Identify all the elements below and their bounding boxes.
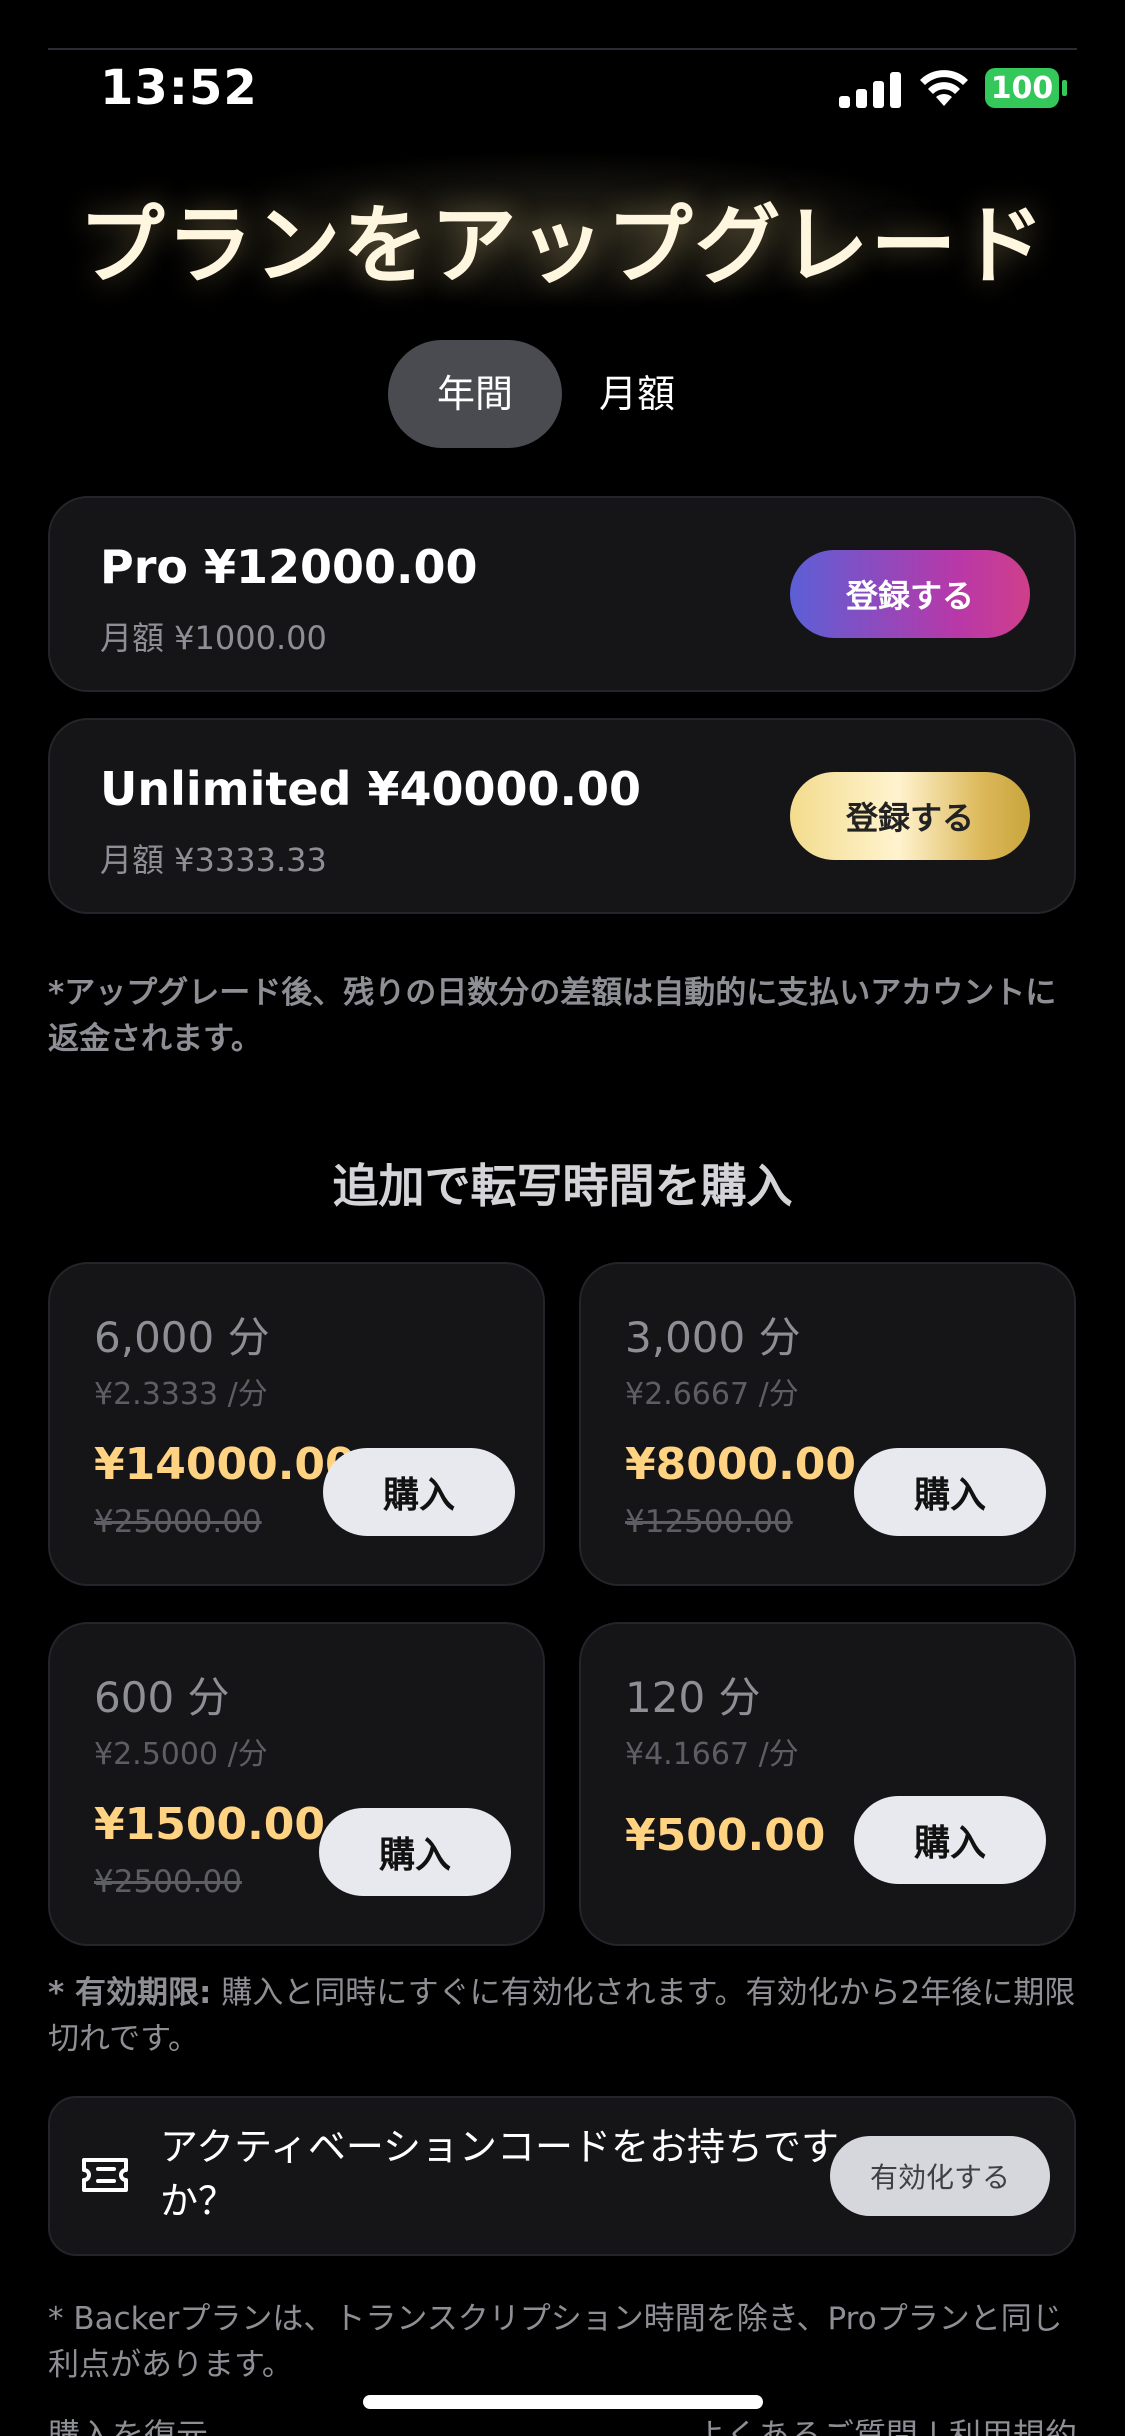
- buy-button[interactable]: 購入: [854, 1448, 1046, 1536]
- status-bar: 13:52 100: [0, 58, 1125, 128]
- cellular-signal-icon: [839, 72, 901, 108]
- status-time: 13:52: [100, 60, 258, 116]
- buy-button[interactable]: 購入: [323, 1448, 515, 1536]
- plan-card-unlimited: Unlimited ¥40000.00 月額 ¥3333.33 登録する: [48, 718, 1076, 914]
- page-title: プランをアップグレード: [78, 196, 1047, 296]
- wifi-icon: [920, 70, 968, 106]
- plan-name: Unlimited ¥40000.00: [100, 762, 641, 816]
- addon-section-title: 追加で転写時間を購入: [332, 1159, 793, 1213]
- pack-card-120: 120 分 ¥4.1667 /分 ¥500.00 購入: [579, 1622, 1076, 1946]
- backer-plan-note: * Backerプランは、トランスクリプション時間を除き、Proプランと同じ利点…: [48, 2301, 1063, 2383]
- pack-amount: 6,000 分: [94, 1313, 270, 1362]
- pack-amount: 120 分: [625, 1673, 761, 1722]
- plan-card-pro: Pro ¥12000.00 月額 ¥1000.00 登録する: [48, 496, 1076, 692]
- buy-button[interactable]: 購入: [854, 1796, 1046, 1884]
- activation-code-card: アクティベーションコードをお持ちですか？ 有効化する: [48, 2096, 1076, 2256]
- buy-button[interactable]: 購入: [319, 1808, 511, 1896]
- top-divider: [48, 48, 1077, 50]
- pack-price: ¥1500.00: [94, 1799, 326, 1850]
- battery-icon: 100: [985, 68, 1067, 108]
- billing-period-toggle: 年間 月額: [388, 340, 718, 448]
- upgrade-plan-screen: 13:52 100 プランをアップグレード 年間 月額 Pro ¥12000.0…: [0, 0, 1125, 2436]
- activation-prompt: アクティベーションコードをお持ちですか？: [160, 2125, 840, 2223]
- plan-monthly-price: 月額 ¥3333.33: [100, 841, 327, 879]
- pack-card-600: 600 分 ¥2.5000 /分 ¥1500.00 ¥2500.00 購入: [48, 1622, 545, 1946]
- restore-purchase-link[interactable]: 購入を復元: [48, 2410, 208, 2436]
- ticket-icon: [82, 2158, 128, 2192]
- pack-card-3000: 3,000 分 ¥2.6667 /分 ¥8000.00 ¥12500.00 購入: [579, 1262, 1076, 1586]
- pack-amount: 3,000 分: [625, 1313, 801, 1362]
- activate-button[interactable]: 有効化する: [830, 2136, 1050, 2216]
- pack-card-6000: 6,000 分 ¥2.3333 /分 ¥14000.00 ¥25000.00 購…: [48, 1262, 545, 1586]
- pack-price: ¥14000.00: [94, 1439, 356, 1490]
- pack-original-price: ¥25000.00: [94, 1504, 262, 1540]
- plan-monthly-price: 月額 ¥1000.00: [100, 619, 327, 657]
- battery-level: 100: [985, 68, 1059, 108]
- pack-rate: ¥2.3333 /分: [94, 1377, 268, 1412]
- validity-note: * 有効期限: 購入と同時にすぐに有効化されます。有効化から2年後に期限切れです…: [48, 1970, 1078, 2062]
- tab-monthly[interactable]: 月額: [562, 340, 712, 448]
- faq-terms-links[interactable]: よくあるご質問 | 利用規約: [694, 2410, 1077, 2436]
- subscribe-pro-button[interactable]: 登録する: [790, 550, 1030, 638]
- upgrade-refund-note: *アップグレード後、残りの日数分の差額は自動的に支払いアカウントに返金されます。: [48, 975, 1057, 1057]
- pack-price: ¥500.00: [625, 1810, 826, 1861]
- pack-rate: ¥2.6667 /分: [625, 1377, 799, 1412]
- home-indicator[interactable]: [363, 2395, 763, 2409]
- tab-annual[interactable]: 年間: [388, 340, 562, 448]
- subscribe-unlimited-button[interactable]: 登録する: [790, 772, 1030, 860]
- pack-original-price: ¥12500.00: [625, 1504, 793, 1540]
- pack-amount: 600 分: [94, 1673, 230, 1722]
- plan-name: Pro ¥12000.00: [100, 540, 478, 594]
- pack-original-price: ¥2500.00: [94, 1864, 242, 1900]
- validity-label: * 有効期限:: [48, 1975, 212, 2011]
- pack-rate: ¥2.5000 /分: [94, 1737, 268, 1772]
- pack-price: ¥8000.00: [625, 1439, 857, 1490]
- pack-rate: ¥4.1667 /分: [625, 1737, 799, 1772]
